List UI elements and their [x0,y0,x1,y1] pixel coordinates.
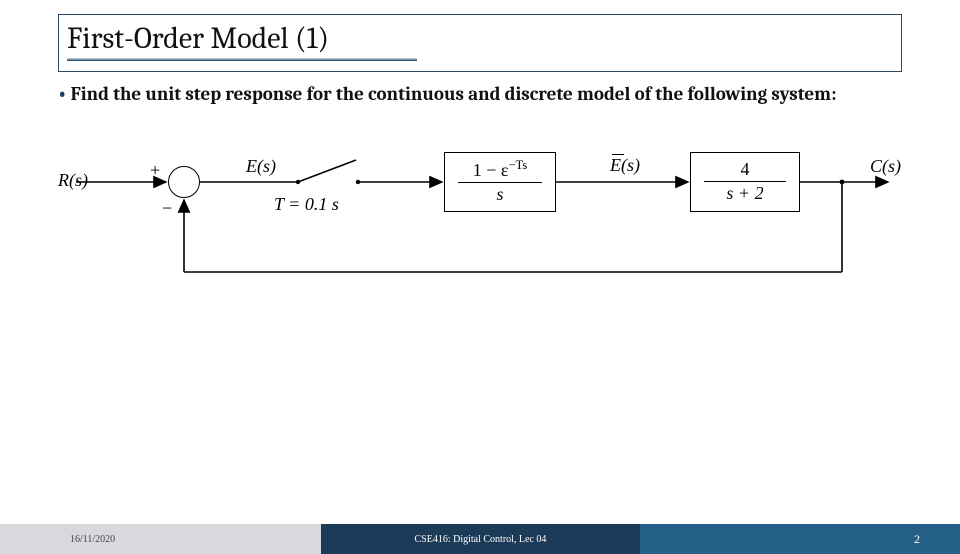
title-box: First-Order Model (1) [58,14,902,72]
zoh-fraction-bar [458,182,542,183]
summing-junction [168,166,200,198]
zoh-tf: 1 − ε−Ts s [445,153,555,211]
plant-tf: 4 s + 2 [691,153,799,211]
zoh-block: 1 − ε−Ts s [444,152,556,212]
footer-date: 16/11/2020 [0,524,321,554]
title-underline [67,58,417,61]
plant-fraction-bar [704,181,787,182]
slide-title: First-Order Model (1) [67,21,893,56]
plant-block: 4 s + 2 [690,152,800,212]
bullet-text: Find the unit step response for the cont… [71,83,837,105]
footer-center: CSE416: Digital Control, Lec 04 [321,524,641,554]
minus-sign: − [162,198,172,219]
zoh-denominator: s [496,185,503,204]
slide: First-Order Model (1) • Find the unit st… [0,14,960,554]
label-C: C(s) [870,156,901,177]
bullet-line: • Find the unit step response for the co… [58,82,902,108]
label-R: R(s) [58,170,88,191]
block-diagram: R(s) + − E(s) T = 0.1 s 1 − ε−Ts s E(s) … [58,142,902,322]
plant-numerator: 4 [741,160,750,179]
label-T: T = 0.1 s [274,194,339,215]
plus-sign: + [150,160,160,181]
content-area: • Find the unit step response for the co… [58,82,902,322]
bullet-dot: • [58,83,66,105]
footer: 16/11/2020 CSE416: Digital Control, Lec … [0,524,960,554]
footer-page: 2 [640,524,960,554]
zoh-numerator: 1 − ε−Ts [473,159,528,180]
label-E: E(s) [246,156,276,177]
plant-denominator: s + 2 [726,184,763,203]
label-Ebar: E(s) [610,155,640,176]
